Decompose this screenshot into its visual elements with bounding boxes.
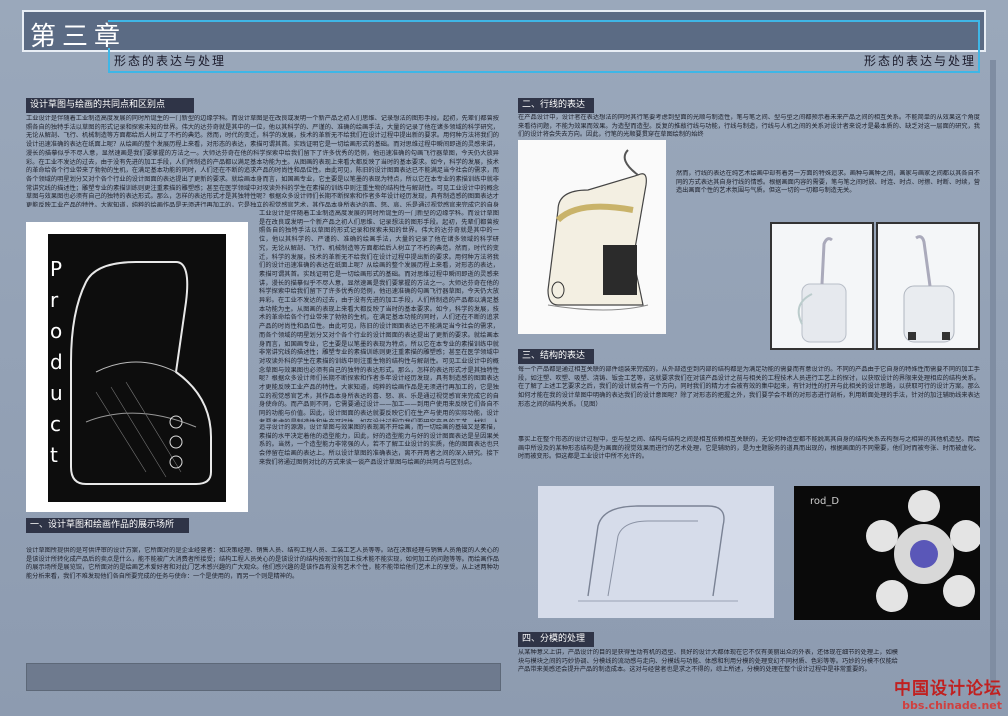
section-title-similarities: 设计草图与绘画的共同点和区别点 [26,98,194,113]
section-title-lines: 二、行线的表达 [518,98,594,113]
section-body-similarities-side: 工业设计是伴随着工业制造高度发展的同时所诞生的一门新型的边缘学科。而设计草图是在… [259,210,499,422]
structure-sketch-drawing [538,486,774,618]
right-edge-strip [990,60,996,700]
section-body-structure-2: 事实上在整个形态的设计过程中，型与型之间、结构与结构之间是相互依赖相互关联的，无… [518,436,980,461]
section-body-lines-2: 然而，行线的表达在纯艺术绘画中却有着另一方面的特殊追求。画种与画种之间，画家与画… [676,170,980,195]
device-drawing-2 [878,224,978,348]
chapter-header: 第三章 [22,10,986,52]
section-body-structure: 每一个产品都是通过相互关联的部件组装来完成的，从外部造型到内部的结构都是为满足功… [518,366,980,408]
section-body-venue: 设计草图所提供的是可供评审的设计方案，它所面对的是企业经营者：如决策经理、销售人… [26,547,499,581]
section-body-similarities-cont: 工业设计是伴随着工业制造高度发展的同时所诞生的一门新型的边缘学科。而设计草图是在… [259,210,499,422]
device-photo-2 [876,222,980,350]
chair-sketch-drawing [547,149,649,311]
device-photo-1 [770,222,874,350]
product-sketch-photo: Product [26,222,248,512]
page: 第三章 形态的表达与处理 形态的表达与处理 设计草图与绘画的共同点和区别点 工业… [0,0,1008,716]
device-drawing-1 [772,224,872,348]
render-label: rod_D [810,496,840,507]
subtitle-left: 形态的表达与处理 [114,54,227,68]
section-body-similarities-top: 工业设计是伴随着工业制造高度发展的同时所诞生的一门新型的边缘学科。而设计草图是在… [26,115,499,207]
section-body-parting: 从某种意义上讲，产品设计的目的是获得生动有机的造型、良好的设计大都体现在它不仅有… [518,649,898,674]
watermark-title: 中国设计论坛 [894,679,1002,699]
subtitle-right: 形态的表达与处理 [863,54,976,68]
accent-line-top [108,20,980,22]
subheader: 形态的表达与处理 形态的表达与处理 [108,50,988,70]
structure-sketch-photo [538,486,774,618]
section-title-structure: 三、结构的表达 [518,349,594,364]
section-title-parting: 四、分模的处理 [518,632,594,647]
render-photo: rod_D [794,486,980,620]
section-title-venue: 一、设计草图和绘画作品的展示场所 [26,518,189,533]
watermark-url: bbs.chinade.net [902,699,1002,712]
section-body-similarities-2: 追寻设计的源源，设计草图与效果图的表现离不开绘画，而一切绘画的基础又是素描，素描… [259,424,499,466]
chair-sketch-photo [518,140,666,334]
watermark: 中国设计论坛 bbs.chinade.net [894,674,1002,712]
bottom-caption-bar [26,663,501,691]
accent-line-bottom [108,71,980,73]
product-vertical-text: Product [50,257,63,467]
